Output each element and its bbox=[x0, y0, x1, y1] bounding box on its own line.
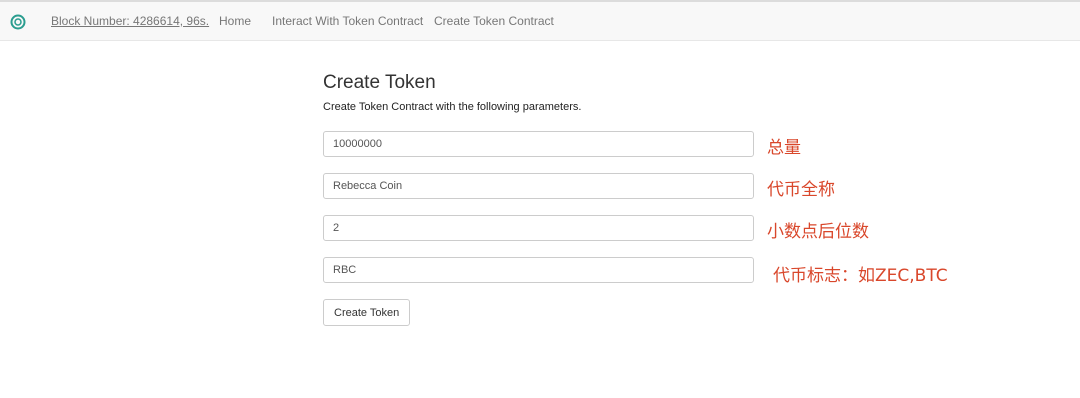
token-name-input[interactable] bbox=[323, 173, 754, 199]
page-title: Create Token bbox=[323, 72, 436, 93]
total-supply-note: 总量 bbox=[767, 138, 801, 158]
token-symbol-note: 代币标志：如ZEC,BTC bbox=[773, 266, 948, 286]
page-subtitle: Create Token Contract with the following… bbox=[323, 101, 582, 113]
total-supply-input[interactable] bbox=[323, 131, 754, 157]
decimals-note: 小数点后位数 bbox=[767, 222, 869, 242]
create-token-button[interactable]: Create Token bbox=[323, 299, 411, 326]
token-name-note: 代币全称 bbox=[767, 180, 835, 200]
nav-interact-link[interactable]: Interact With Token Contract bbox=[272, 14, 423, 28]
decimals-input[interactable] bbox=[323, 215, 754, 241]
nav-create-contract-link[interactable]: Create Token Contract bbox=[434, 14, 554, 28]
nav-home-link[interactable]: Home bbox=[219, 14, 251, 28]
token-symbol-input[interactable] bbox=[323, 257, 754, 283]
navbar: Block Number: 4286614, 96s. Home Interac… bbox=[0, 2, 1080, 41]
circle-logo-icon[interactable] bbox=[10, 14, 26, 30]
block-number-link[interactable]: Block Number: 4286614, 96s. bbox=[51, 14, 209, 28]
